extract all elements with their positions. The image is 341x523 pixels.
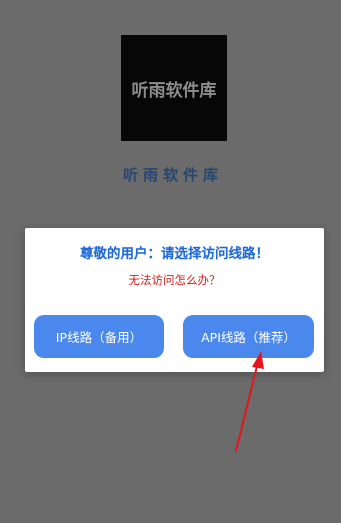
app-logo: 听雨软件库 <box>121 35 227 141</box>
help-link[interactable]: 无法访问怎么办？ <box>25 272 324 288</box>
ip-route-button[interactable]: IP线路（备用） <box>34 315 164 358</box>
api-route-button-label: API线路（推荐） <box>201 330 296 345</box>
app-name: 听雨软件库 <box>122 166 223 184</box>
api-route-button[interactable]: API线路（推荐） <box>183 315 314 358</box>
route-select-dialog: 尊敬的用户：请选择访问线路！ 无法访问怎么办？ IP线路（备用） API线路（推… <box>25 228 324 372</box>
ip-route-button-label: IP线路（备用） <box>55 330 143 345</box>
dialog-title: 尊敬的用户：请选择访问线路！ <box>80 246 269 262</box>
app-logo-text: 听雨软件库 <box>131 80 217 101</box>
